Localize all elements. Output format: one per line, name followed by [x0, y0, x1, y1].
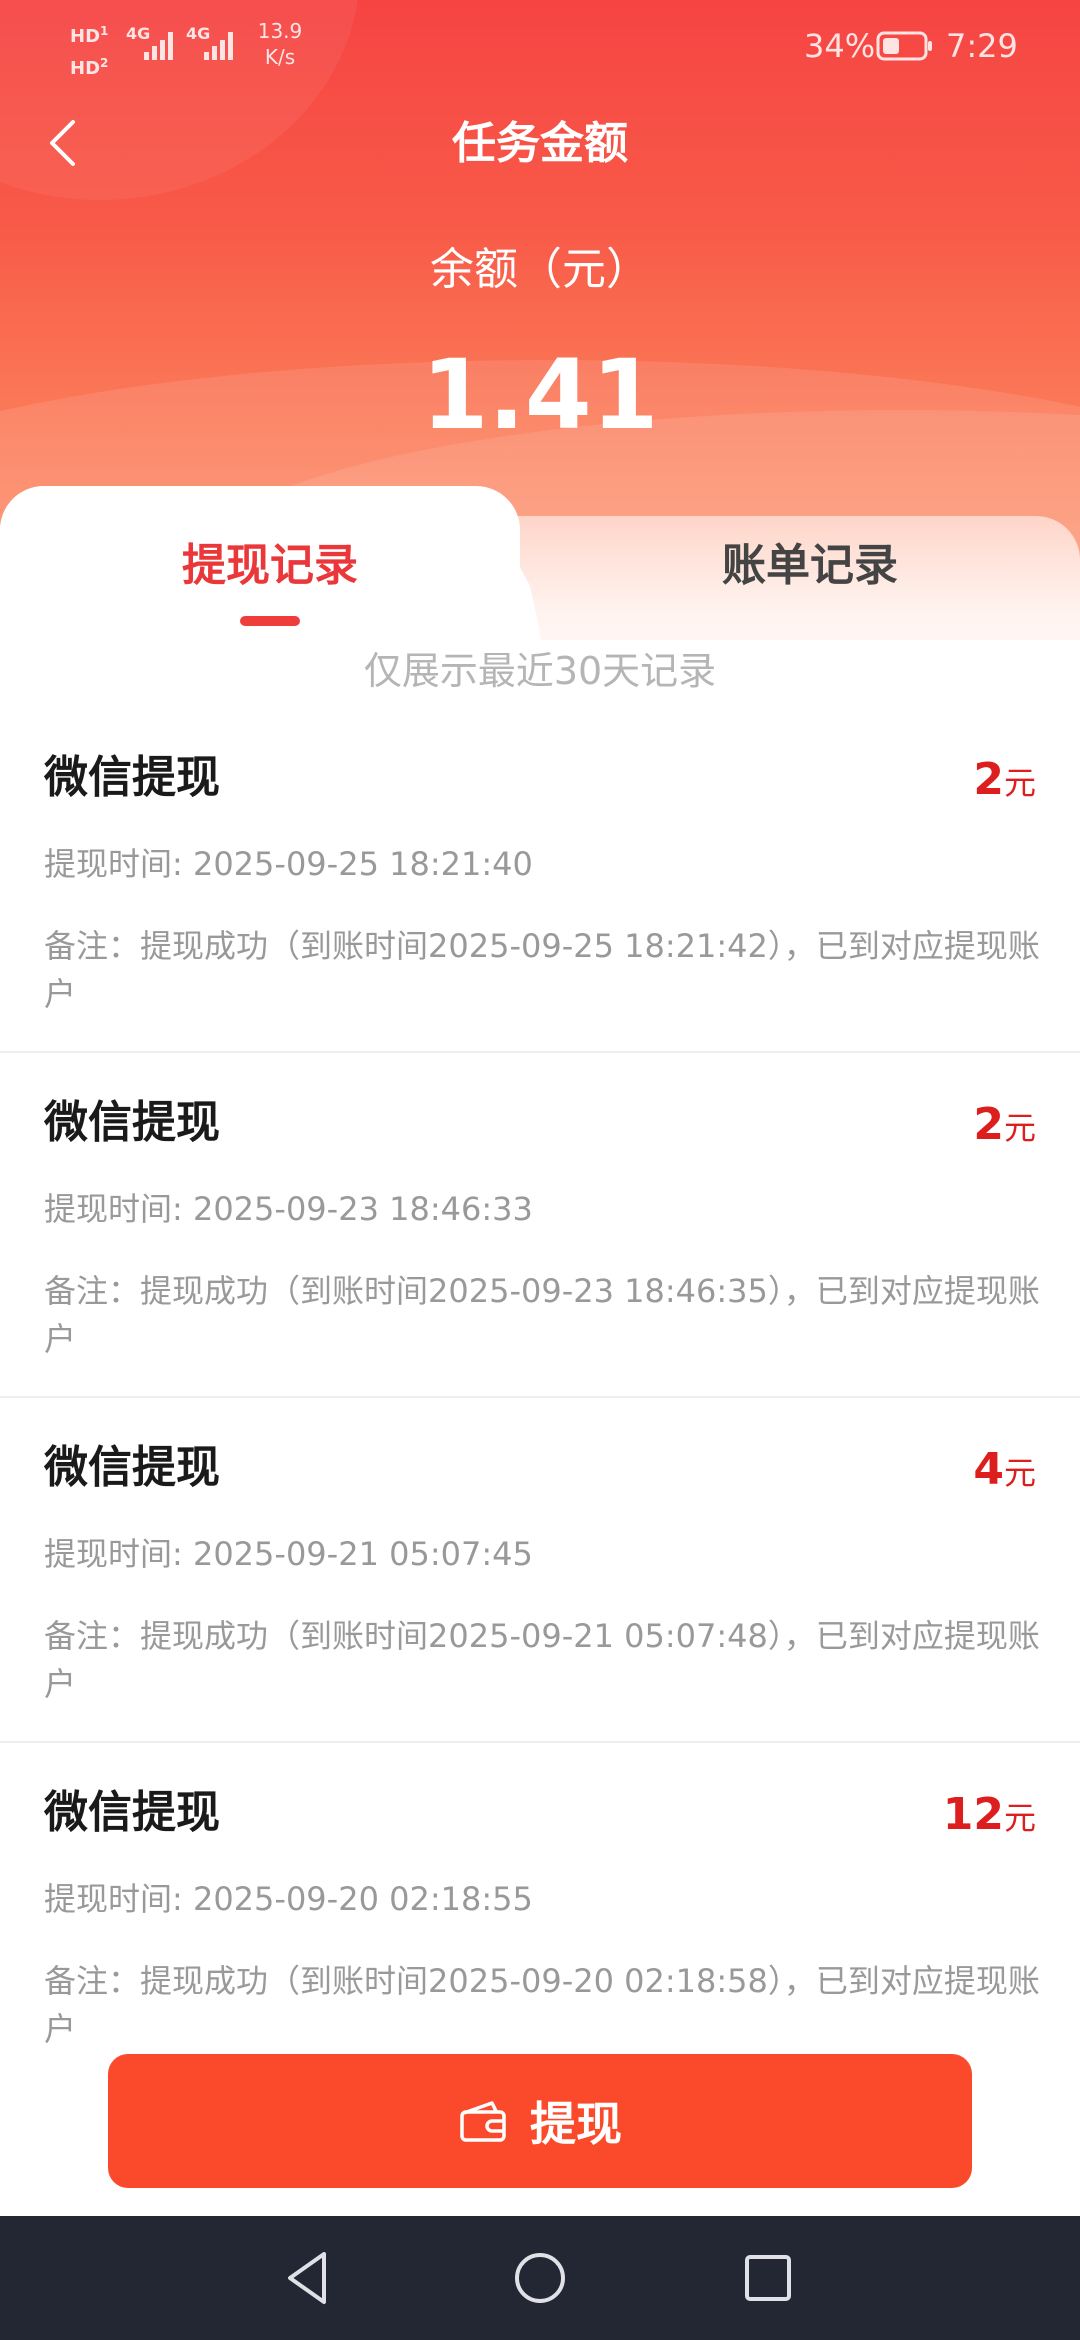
record-amount: 2元 [973, 750, 1036, 819]
battery-icon [876, 31, 932, 61]
record-note: 备注：提现成功（到账时间2025-09-23 18:46:35），已到对应提现账… [44, 1272, 1040, 1358]
hd1-sub: 1 [100, 24, 109, 38]
tab-withdraw-records[interactable]: 提现记录 [0, 536, 540, 596]
nav-home-icon[interactable] [508, 2246, 572, 2310]
list-item: 微信提现 12元 提现时间: 2025-09-20 02:18:55 备注：提现… [0, 1743, 1080, 2088]
record-tabs: 提现记录 账单记录 仅展示最近30天记录 [0, 486, 1080, 726]
net-speed-unit: K/s [264, 45, 296, 69]
record-title: 微信提现 [44, 752, 220, 803]
amount-unit: 元 [1003, 764, 1036, 802]
nav-recents-icon[interactable] [736, 2246, 800, 2310]
record-note: 备注：提现成功（到账时间2025-09-25 18:21:42），已到对应提现账… [44, 927, 1040, 1013]
amount-value: 2 [973, 754, 1004, 805]
list-item: 微信提现 2元 提现时间: 2025-09-25 18:21:40 备注：提现成… [0, 708, 1080, 1053]
records-hint: 仅展示最近30天记录 [363, 649, 717, 693]
list-item: 微信提现 4元 提现时间: 2025-09-21 05:07:45 备注：提现成… [0, 1398, 1080, 1743]
nav-back-icon[interactable] [276, 2246, 340, 2310]
record-title: 微信提现 [44, 1097, 220, 1148]
amount-unit: 元 [1003, 1454, 1036, 1492]
record-note: 备注：提现成功（到账时间2025-09-20 02:18:58），已到对应提现账… [44, 1962, 1040, 2048]
amount-unit: 元 [1003, 1109, 1036, 1147]
balance-value: 1.41 [421, 339, 659, 451]
system-nav-bar [0, 2216, 1080, 2340]
network-speed: 13.9 K/s [250, 18, 310, 70]
record-title: 微信提现 [44, 1787, 220, 1838]
page-title: 任务金额 [452, 118, 628, 169]
amount-unit: 元 [1003, 1799, 1036, 1837]
hd1-label: HD [70, 26, 101, 47]
amount-value: 12 [942, 1789, 1004, 1840]
hd-indicator: HD1 HD2 [70, 18, 120, 82]
withdraw-record-list: 微信提现 2元 提现时间: 2025-09-25 18:21:40 备注：提现成… [0, 708, 1080, 2088]
battery-percent: 34% [804, 27, 876, 65]
list-item: 微信提现 2元 提现时间: 2025-09-23 18:46:33 备注：提现成… [0, 1053, 1080, 1398]
amount-value: 4 [973, 1444, 1004, 1495]
balance-label: 余额（元） [430, 244, 650, 295]
record-amount: 12元 [943, 1785, 1036, 1854]
withdraw-button[interactable]: 提现 [108, 2054, 972, 2188]
record-time: 提现时间: 2025-09-25 18:21:40 [44, 845, 533, 883]
tab-bill-records[interactable]: 账单记录 [540, 536, 1080, 596]
hd2-sub: 2 [100, 56, 109, 70]
record-time: 提现时间: 2025-09-20 02:18:55 [44, 1880, 533, 1918]
record-time: 提现时间: 2025-09-21 05:07:45 [44, 1535, 533, 1573]
record-amount: 4元 [973, 1440, 1036, 1509]
net-speed-value: 13.9 [257, 19, 303, 43]
status-bar: HD1 HD2 4G 4G 13.9 K/s 34% 7:29 [0, 0, 1080, 100]
amount-value: 2 [973, 1099, 1004, 1150]
record-time: 提现时间: 2025-09-23 18:46:33 [44, 1190, 533, 1228]
withdraw-button-label: 提现 [530, 2097, 622, 2151]
app-screen: HD1 HD2 4G 4G 13.9 K/s 34% 7:29 任务金额 余额（… [0, 0, 1080, 2340]
wallet-icon [460, 2101, 506, 2142]
tab-active-indicator [240, 616, 300, 626]
status-clock: 7:29 [946, 27, 1018, 65]
record-note: 备注：提现成功（到账时间2025-09-21 05:07:48），已到对应提现账… [44, 1617, 1040, 1703]
hd2-label: HD [70, 58, 101, 79]
record-title: 微信提现 [44, 1442, 220, 1493]
record-amount: 2元 [973, 1095, 1036, 1164]
